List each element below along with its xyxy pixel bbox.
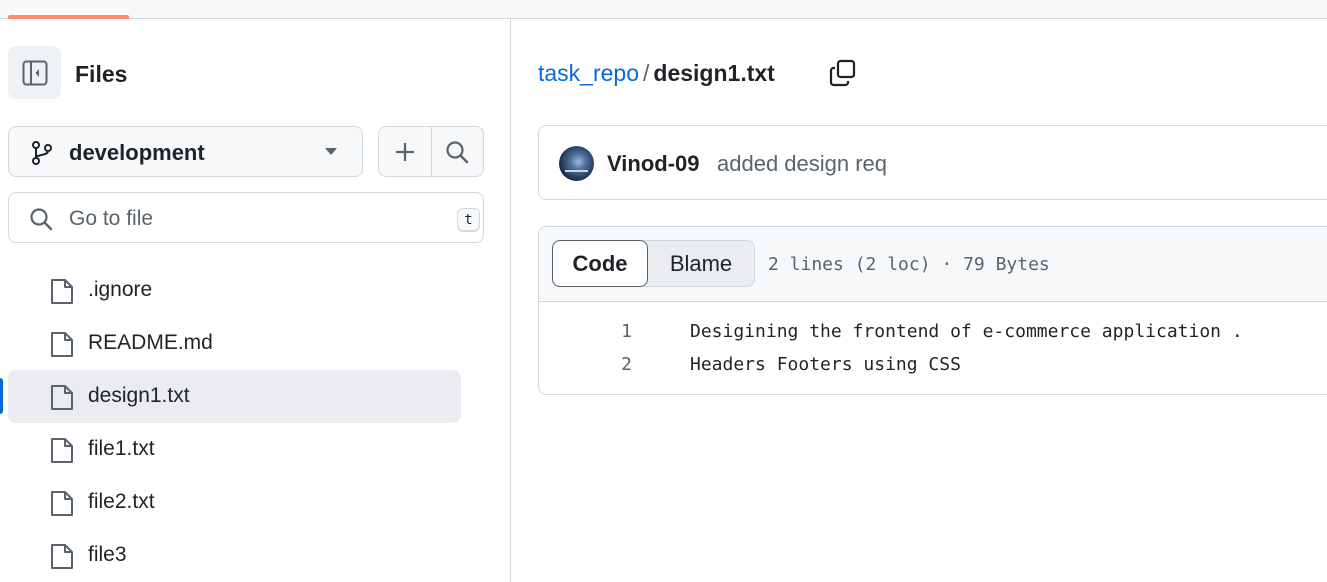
file-tree-item[interactable]: README.md bbox=[8, 317, 461, 370]
sidebar-title: Files bbox=[75, 61, 128, 87]
file-icon bbox=[51, 385, 73, 410]
file-viewer: Code Blame 2 lines (2 loc) · 79 Bytes 1 … bbox=[538, 226, 1327, 395]
go-to-file-input[interactable] bbox=[67, 203, 431, 235]
top-tab-bar bbox=[0, 0, 1327, 19]
plus-icon bbox=[395, 142, 414, 161]
file-stats: 2 lines (2 loc) · 79 Bytes bbox=[768, 254, 1050, 275]
avatar[interactable] bbox=[559, 146, 594, 181]
line-number[interactable]: 2 bbox=[539, 354, 632, 375]
file-actions bbox=[378, 126, 484, 177]
latest-commit-box: Vinod-09 added design req bbox=[538, 125, 1327, 200]
search-icon bbox=[446, 140, 469, 163]
git-branch-icon bbox=[32, 141, 52, 165]
code-line: 1 Desigining the frontend of e-commerce … bbox=[539, 317, 1327, 350]
branch-name: development bbox=[69, 140, 205, 165]
search-button[interactable] bbox=[430, 127, 484, 176]
file-name: README.md bbox=[88, 331, 213, 354]
active-item-marker bbox=[0, 378, 3, 414]
file-tree-item[interactable]: file1.txt bbox=[8, 423, 461, 476]
view-mode-toggle: Code Blame bbox=[552, 240, 755, 287]
file-name: file2.txt bbox=[88, 490, 155, 513]
file-name: file1.txt bbox=[88, 437, 155, 460]
file-icon bbox=[51, 279, 73, 304]
shortcut-key: t bbox=[457, 208, 480, 232]
sidebar-collapse-icon bbox=[22, 60, 47, 85]
commit-author[interactable]: Vinod-09 bbox=[607, 151, 700, 177]
go-to-file-search[interactable]: t bbox=[8, 192, 484, 243]
copy-icon bbox=[829, 59, 856, 87]
file-icon bbox=[51, 491, 73, 516]
add-file-button[interactable] bbox=[379, 127, 431, 176]
tab-code[interactable]: Code bbox=[552, 240, 648, 287]
file-tree-item[interactable]: file2.txt bbox=[8, 476, 461, 529]
file-icon bbox=[51, 332, 73, 357]
commit-message[interactable]: added design req bbox=[717, 151, 887, 177]
line-number[interactable]: 1 bbox=[539, 321, 632, 342]
file-name: .ignore bbox=[88, 278, 153, 301]
breadcrumb: task_repo / design1.txt bbox=[538, 60, 775, 87]
file-tree-item[interactable]: file3 bbox=[8, 529, 461, 582]
file-viewer-header: Code Blame 2 lines (2 loc) · 79 Bytes bbox=[539, 227, 1327, 302]
copy-path-button[interactable] bbox=[826, 56, 860, 90]
line-content: Desigining the frontend of e-commerce ap… bbox=[690, 321, 1243, 342]
code-line: 2 Headers Footers using CSS bbox=[539, 350, 1327, 383]
file-tree-item[interactable]: .ignore bbox=[8, 264, 461, 317]
collapse-sidebar-button[interactable] bbox=[8, 46, 61, 99]
file-tree-item-selected[interactable]: design1.txt bbox=[8, 370, 461, 423]
breadcrumb-separator: / bbox=[643, 60, 650, 86]
file-icon bbox=[51, 438, 73, 463]
tab-blame[interactable]: Blame bbox=[648, 241, 754, 286]
search-icon bbox=[30, 208, 53, 231]
file-tree: .ignore README.md design1.txt file1.txt … bbox=[8, 264, 461, 582]
breadcrumb-file: design1.txt bbox=[653, 60, 775, 86]
file-icon bbox=[51, 544, 73, 569]
code-lines: 1 Desigining the frontend of e-commerce … bbox=[539, 317, 1327, 383]
chevron-down-icon bbox=[325, 148, 337, 155]
sidebar-divider bbox=[510, 19, 511, 582]
file-name: file3 bbox=[88, 543, 127, 566]
branch-selector[interactable]: development bbox=[8, 126, 363, 177]
active-tab-underline bbox=[8, 15, 129, 19]
file-name: design1.txt bbox=[88, 384, 190, 407]
breadcrumb-repo-link[interactable]: task_repo bbox=[538, 60, 639, 86]
line-content: Headers Footers using CSS bbox=[690, 354, 961, 375]
